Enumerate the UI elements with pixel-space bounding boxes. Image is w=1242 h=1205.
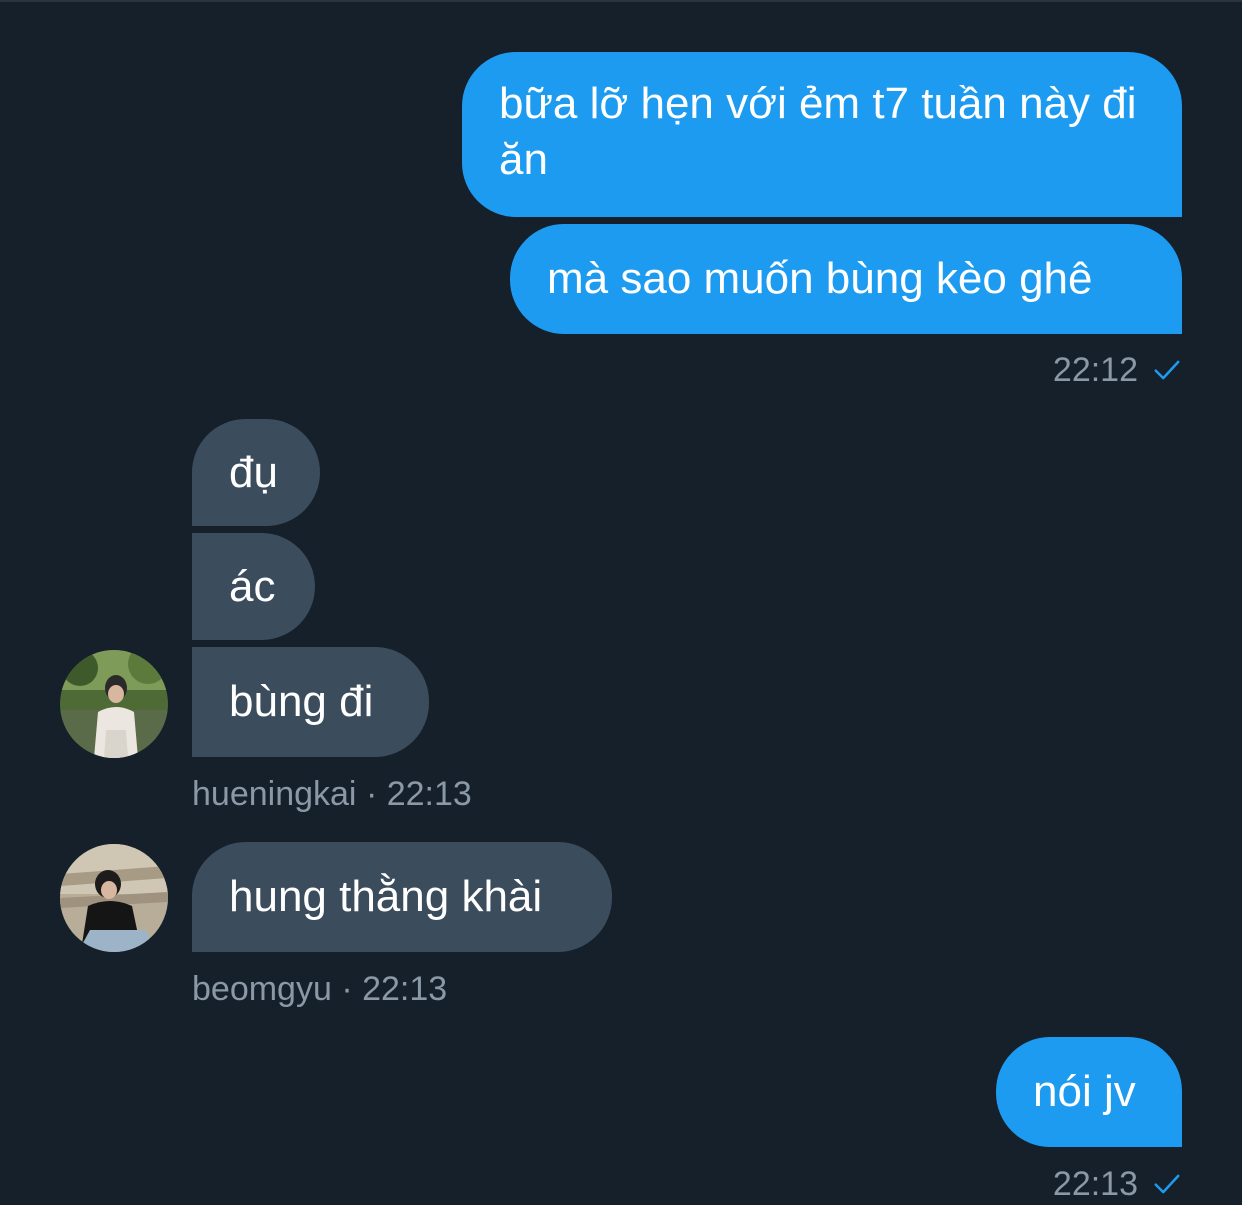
- avatar-photo: [60, 650, 168, 758]
- timestamp-text: 22:13: [1052, 1165, 1138, 1203]
- timestamp-text: 22:13: [386, 775, 472, 813]
- message-timestamp: 22:13: [1053, 1164, 1182, 1204]
- incoming-message[interactable]: bùng đi: [192, 647, 429, 757]
- message-text: bùng đi: [229, 677, 374, 726]
- check-icon: [1154, 1174, 1180, 1194]
- message-text: mà sao muốn bùng kèo ghê: [547, 254, 1093, 303]
- sender-name[interactable]: hueningkai: [192, 775, 356, 813]
- separator-dot: ·: [365, 775, 378, 813]
- message-text: bữa lỡ hẹn với ẻm t7 tuần này đi ăn: [499, 79, 1137, 184]
- incoming-message[interactable]: ác: [192, 533, 315, 640]
- sender-meta: hueningkai · 22:13: [192, 774, 472, 814]
- message-text: nói jv: [1033, 1067, 1136, 1116]
- incoming-message[interactable]: hung thằng khài: [192, 842, 612, 952]
- sender-name[interactable]: beomgyu: [192, 970, 332, 1008]
- outgoing-message[interactable]: mà sao muốn bùng kèo ghê: [510, 224, 1182, 334]
- incoming-message[interactable]: đụ: [192, 419, 320, 526]
- timestamp-text: 22:12: [1052, 351, 1138, 389]
- message-text: hung thằng khài: [229, 872, 543, 921]
- sender-meta: beomgyu · 22:13: [192, 969, 447, 1009]
- avatar[interactable]: [60, 650, 168, 758]
- message-text: ác: [229, 561, 276, 611]
- avatar[interactable]: [60, 844, 168, 952]
- outgoing-message[interactable]: bữa lỡ hẹn với ẻm t7 tuần này đi ăn: [462, 52, 1182, 217]
- separator-dot: ·: [341, 970, 353, 1008]
- check-icon: [1154, 360, 1180, 380]
- message-text: đụ: [229, 447, 278, 497]
- message-timestamp: 22:12: [1053, 350, 1182, 390]
- timestamp-text: 22:13: [362, 970, 448, 1008]
- outgoing-message[interactable]: nói jv: [996, 1037, 1182, 1147]
- avatar-photo: [60, 844, 168, 952]
